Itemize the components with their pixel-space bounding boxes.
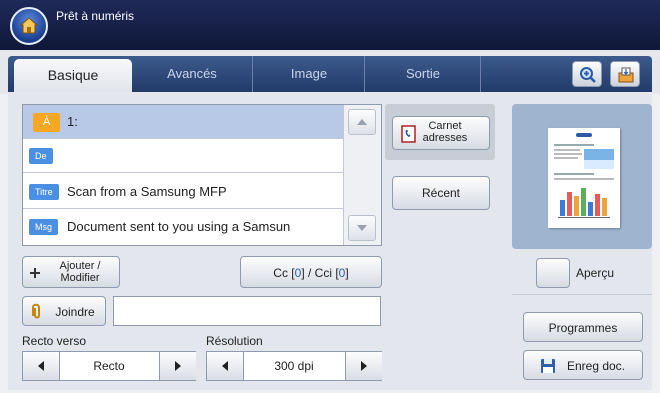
preview-panel [512,104,652,249]
attach-label: Joindre [55,305,95,319]
tab-sortie[interactable]: Sortie [364,56,481,92]
to-value: 1: [67,114,78,129]
cc-suffix: ] [345,266,349,280]
triangle-up-icon [357,119,367,125]
tab-avances[interactable]: Avancés [132,56,252,92]
address-book-label-2: adresses [422,132,468,144]
message-tag: Msg [29,219,59,235]
programs-label: Programmes [548,321,618,335]
duplex-next-button[interactable] [159,352,196,380]
to-row[interactable]: À 1: [23,105,345,139]
paperclip-icon [32,303,40,319]
subject-row[interactable]: Titre Scan from a Samsung MFP [23,175,345,209]
document-thumbnail-graphic [554,133,614,218]
arrow-left-icon [222,361,228,371]
zoom-button[interactable] [572,61,602,87]
message-value: Document sent to you using a Samsun [67,219,291,234]
recent-label: Récent [421,186,461,200]
resolution-stepper[interactable]: 300 dpi [206,351,382,381]
job-status-button[interactable] [610,61,640,87]
cc-mid: ] / Cci [ [301,266,339,280]
duplex-prev-button[interactable] [23,352,60,380]
resolution-label: Résolution [206,334,263,348]
resolution-prev-button[interactable] [207,352,244,380]
subject-tag: Titre [29,184,59,200]
scroll-down-button[interactable] [348,215,376,241]
tab-bar: Basique Avancés Image Sortie [0,50,660,94]
main-panel: À 1: De Titre Scan from a Samsung MFP Ms… [8,94,652,390]
preview-thumbnail [548,128,620,228]
arrow-right-icon [175,361,181,371]
status-text: Prêt à numéris [56,9,135,23]
add-modify-button[interactable]: Ajouter / Modifier [22,256,120,288]
save-doc-button[interactable]: Enreg doc. [523,350,643,380]
tab-strip: Basique Avancés Image Sortie [8,56,652,92]
tab-basique[interactable]: Basique [14,59,132,92]
from-tag: De [29,148,53,164]
from-row[interactable]: De [23,139,345,173]
address-book-label-1: Carnet [428,120,462,132]
message-row[interactable]: Msg Document sent to you using a Samsun [23,210,345,244]
cc-prefix: Cc [ [273,266,295,280]
recent-button[interactable]: Récent [392,176,490,210]
to-tag: À [33,113,61,132]
tab-spacer [480,56,561,92]
cc-bcc-label: Cc [0] / Cci [0] [241,266,381,280]
plus-icon [30,268,40,278]
add-modify-label-1: Ajouter / [59,260,101,272]
address-book-button[interactable]: Carnet adresses [392,116,490,150]
address-scrollbar[interactable] [343,105,381,245]
tab-image[interactable]: Image [252,56,365,92]
cc-bcc-button[interactable]: Cc [0] / Cci [0] [240,256,382,288]
zoom-in-icon [580,67,596,83]
attachment-field[interactable] [113,296,381,326]
home-icon [19,17,39,34]
programs-button[interactable]: Programmes [523,312,643,342]
scan-to-email-screen: Prêt à numéris Basique Avancés Image Sor… [0,0,660,393]
arrow-right-icon [361,361,367,371]
address-list: À 1: De Titre Scan from a Samsung MFP Ms… [22,104,382,246]
job-status-icon [618,67,634,83]
resolution-value: 300 dpi [274,359,314,373]
scroll-up-button[interactable] [348,109,376,135]
right-divider [512,294,652,295]
preview-checkbox[interactable] [536,258,570,288]
header-bar: Prêt à numéris [0,0,660,50]
resolution-next-button[interactable] [345,352,382,380]
duplex-value: Recto [93,359,125,373]
triangle-down-icon [357,225,367,231]
add-modify-label-2: Modifier [60,272,100,284]
duplex-label: Recto verso [22,334,87,348]
duplex-stepper[interactable]: Recto [22,351,196,381]
preview-label: Aperçu [576,266,615,280]
home-button[interactable] [10,7,48,45]
save-doc-label: Enreg doc. [566,359,626,373]
arrow-left-icon [38,361,44,371]
attach-button[interactable]: Joindre [22,296,106,326]
subject-value: Scan from a Samsung MFP [67,184,227,199]
